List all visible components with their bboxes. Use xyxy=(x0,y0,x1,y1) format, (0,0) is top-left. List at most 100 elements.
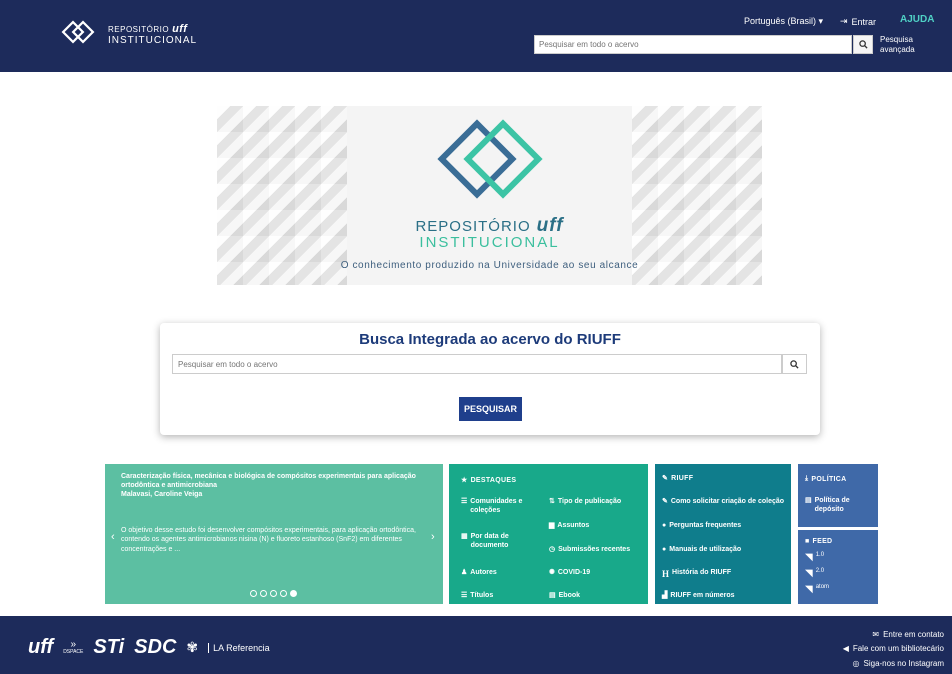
carousel-title[interactable]: Caracterização física, mecânica e biológ… xyxy=(121,473,421,491)
language-selector[interactable]: Português (Brasil) ▾ xyxy=(744,16,823,27)
clock-icon: ◷ xyxy=(549,546,556,553)
link-faq-label: Perguntas frequentes xyxy=(669,522,742,529)
link-publication-type[interactable]: ⇅ Tipo de publicação xyxy=(549,497,621,506)
link-deposit-policy[interactable]: ▤ Política de depósito xyxy=(805,496,873,515)
dspace-label: DSPACE xyxy=(63,649,84,655)
advanced-search-link[interactable]: Pesquisa avançada xyxy=(880,35,935,54)
link-by-date[interactable]: ▦ Por data de documento xyxy=(461,532,541,551)
integrated-search-card: Busca Integrada ao acervo do RIUFF PESQU… xyxy=(160,323,820,435)
link-request-collection[interactable]: ✎ Como solicitar criação de coleção xyxy=(662,497,790,506)
policy-panel: ⤓ POLÍTICA ▤ Política de depósito xyxy=(798,464,878,527)
policy-title: ⤓ POLÍTICA xyxy=(805,475,846,483)
feed-link-rss2-label: 2.0 xyxy=(815,568,825,574)
file-icon: ▆ xyxy=(549,522,555,529)
feed-link-rss1-label: 1.0 xyxy=(815,552,825,558)
link-titles[interactable]: ☰ Títulos xyxy=(461,591,493,600)
dspace-logo[interactable]: » DSPACE xyxy=(63,640,83,655)
language-label: Português (Brasil) xyxy=(744,16,817,26)
header-search-button[interactable] xyxy=(853,35,873,54)
feed-title: ■ FEED xyxy=(805,538,832,545)
banner-tagline: O conhecimento produzido na Universidade… xyxy=(340,260,639,271)
site-logo[interactable]: REPOSITÓRIO uff INSTITUCIONAL xyxy=(60,20,197,50)
carousel-prev-button[interactable]: ‹ xyxy=(111,531,115,543)
caret-down-icon: ▾ xyxy=(818,16,824,26)
info-icon: ● xyxy=(662,546,667,553)
link-ebook-label: Ebook xyxy=(558,592,581,599)
calendar-icon: ▦ xyxy=(461,533,468,540)
feed-link-atom-label: atom xyxy=(815,584,830,590)
link-request-collection-label: Como solicitar criação de coleção xyxy=(670,498,785,505)
link-history[interactable]: H História do RIUFF xyxy=(662,568,731,580)
leaf-icon: ✾ xyxy=(186,639,199,655)
help-link[interactable]: AJUDA xyxy=(900,14,934,25)
link-covid[interactable]: ✺ COVID-19 xyxy=(549,568,590,577)
contact-label: Entre em contato xyxy=(883,630,944,639)
link-communities[interactable]: ☰ Comunidades e coleções xyxy=(461,497,541,516)
carousel-next-button[interactable]: › xyxy=(431,531,435,543)
sdc-logo[interactable]: SDC xyxy=(134,636,176,659)
main-search-button[interactable] xyxy=(782,354,807,374)
search-submit-button[interactable]: PESQUISAR xyxy=(459,397,522,421)
document-icon: ▤ xyxy=(805,497,812,504)
main-search-input[interactable] xyxy=(172,354,782,374)
link-deposit-policy-label: Política de depósito xyxy=(814,497,850,514)
feed-link-rss2[interactable]: ◥ 2.0 xyxy=(805,567,824,581)
book-icon: ▤ xyxy=(549,592,556,599)
h-icon: H xyxy=(662,569,670,579)
link-authors[interactable]: ♟ Autores xyxy=(461,568,497,577)
banner-diamond-icon xyxy=(437,119,543,199)
sti-logo[interactable]: STi xyxy=(93,636,124,659)
carousel-dot[interactable] xyxy=(250,590,257,597)
rss-icon: ◥ xyxy=(805,584,813,595)
carousel-indicators xyxy=(250,590,297,597)
comment-icon: ■ xyxy=(805,538,810,545)
bar-chart-icon: ▟ xyxy=(662,592,668,599)
link-recent-submissions[interactable]: ◷ Submissões recentes xyxy=(549,545,630,554)
logo-diamond-icon xyxy=(61,20,95,44)
edit-icon: ✎ xyxy=(662,475,669,482)
link-ebook[interactable]: ▤ Ebook xyxy=(549,591,580,600)
link-faq[interactable]: ● Perguntas frequentes xyxy=(662,521,741,530)
logo-line2: INSTITUCIONAL xyxy=(108,35,198,46)
carousel-abstract: O objetivo desse estudo foi desenvolver … xyxy=(121,527,416,553)
link-manuals[interactable]: ● Manuais de utilização xyxy=(662,545,741,554)
instagram-link[interactable]: ◎ Siga-nos no Instagram xyxy=(843,657,944,671)
login-link[interactable]: ⇥ Entrar xyxy=(840,16,876,27)
link-communities-label: Comunidades e coleções xyxy=(470,498,523,515)
send-icon: ◀ xyxy=(842,644,849,654)
login-label: Entrar xyxy=(851,16,877,27)
riuff-panel: ✎ RIUFF ✎ Como solicitar criação de coleçã… xyxy=(655,464,791,604)
featured-carousel: Caracterização física, mecânica e biológ… xyxy=(105,464,443,604)
feed-title-label: FEED xyxy=(812,538,833,545)
carousel-item[interactable]: Caracterização física, mecânica e biológ… xyxy=(121,473,421,499)
riuff-title: ✎ RIUFF xyxy=(662,474,693,483)
banner-title-text: REPOSITÓRIO xyxy=(415,218,531,235)
la-referencia-logo[interactable]: LA Referencia xyxy=(208,642,270,653)
header-search-input[interactable] xyxy=(534,35,852,54)
carousel-authors: Malavasi, Caroline Veiga xyxy=(121,490,203,498)
search-icon xyxy=(790,359,799,369)
link-riuff-numbers[interactable]: ▟ RIUFF em números xyxy=(662,591,735,600)
list-icon: ☰ xyxy=(461,592,468,599)
librarian-link[interactable]: ◀ Fale com um bibliotecário xyxy=(843,642,944,656)
sort-icon: ⇅ xyxy=(549,498,555,505)
link-subjects[interactable]: ▆ Assuntos xyxy=(549,521,589,530)
highlights-panel: ★ DESTAQUES ☰ Comunidades e coleções ⇅ Tipo… xyxy=(449,464,648,604)
link-by-date-label: Por data de documento xyxy=(470,533,509,550)
link-subjects-label: Assuntos xyxy=(557,522,590,529)
carousel-dot[interactable] xyxy=(280,590,287,597)
logo-line1: REPOSITÓRIO xyxy=(108,24,170,34)
uff-logo[interactable]: uff xyxy=(28,636,53,659)
carousel-dot[interactable] xyxy=(260,590,267,597)
link-authors-label: Autores xyxy=(470,569,497,576)
search-icon xyxy=(858,40,868,49)
feed-link-rss1[interactable]: ◥ 1.0 xyxy=(805,551,824,565)
instagram-label: Siga-nos no Instagram xyxy=(863,658,945,668)
highlights-title: ★ DESTAQUES xyxy=(461,476,516,485)
carousel-dot-active[interactable] xyxy=(290,590,297,597)
carousel-dot[interactable] xyxy=(270,590,277,597)
contact-link[interactable]: ✉ Entre em contato xyxy=(843,628,944,642)
feed-link-atom[interactable]: ◥ atom xyxy=(805,583,829,597)
envelope-icon: ✉ xyxy=(872,630,880,639)
link-manuals-label: Manuais de utilização xyxy=(669,546,742,553)
